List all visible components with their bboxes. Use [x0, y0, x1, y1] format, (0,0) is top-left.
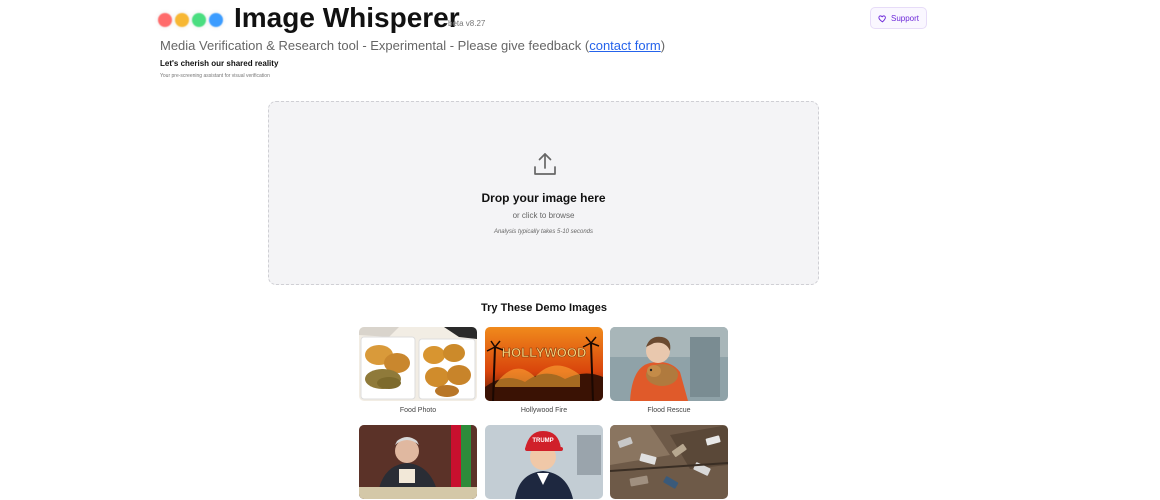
drop-title: Drop your image here [481, 191, 606, 205]
demo-image-hollywood-fire[interactable]: HOLLYWOOD [485, 327, 603, 401]
food-photo-image [359, 327, 477, 401]
hollywood-fire-image: HOLLYWOOD [485, 327, 603, 401]
browse-text: or click to browse [512, 211, 575, 220]
demo-image-4-picture [359, 425, 477, 499]
tagline-sub: Your pre-screening assistant for visual … [160, 73, 270, 79]
subtitle-end: ) [660, 38, 666, 53]
subtitle: Media Verification & Research tool - Exp… [160, 38, 665, 53]
demo-image-4[interactable] [359, 425, 477, 499]
support-label: Support [890, 13, 920, 23]
support-button[interactable]: Support [870, 7, 927, 29]
logo [158, 13, 223, 27]
heart-icon [878, 14, 886, 22]
demo-caption: Food Photo [399, 407, 437, 414]
cap-text: TRUMP [532, 438, 553, 444]
upload-dropzone[interactable]: Drop your image here or click to browse … [268, 101, 819, 285]
version-badge: beta v8.27 [448, 19, 486, 28]
demo-image-flood-rescue[interactable] [610, 327, 728, 401]
demo-image-5[interactable]: TRUMP [485, 425, 603, 499]
upload-icon [534, 153, 556, 175]
subtitle-text: Media Verification & Research tool - Exp… [160, 38, 590, 53]
demo-caption: Flood Rescue [647, 407, 691, 414]
hollywood-sign: HOLLYWOOD [502, 345, 587, 360]
tagline: Let's cherish our shared reality [160, 59, 279, 68]
app-title: Image Whisperer [234, 2, 460, 33]
contact-form-link[interactable]: contact form [589, 38, 661, 53]
demo-image-5-picture: TRUMP [485, 425, 603, 499]
demo-image-6[interactable] [610, 425, 728, 499]
logo-dot [158, 13, 172, 27]
logo-dot [209, 13, 223, 27]
flood-rescue-image [610, 327, 728, 401]
demo-caption: Hollywood Fire [520, 407, 568, 414]
demo-image-food-photo[interactable] [359, 327, 477, 401]
analysis-time-note: Analysis typically takes 5-10 seconds [493, 229, 594, 235]
demo-section-title: Try These Demo Images [481, 302, 607, 314]
demo-image-6-picture [610, 425, 728, 499]
logo-dot [192, 13, 206, 27]
logo-dot [175, 13, 189, 27]
